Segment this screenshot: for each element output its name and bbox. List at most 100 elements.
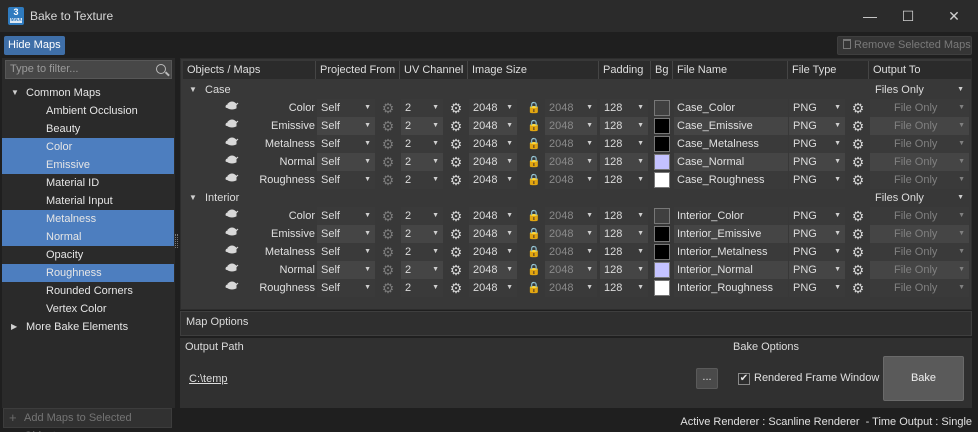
file-name-field[interactable]: Interior_Metalness	[674, 243, 788, 261]
file-name-field[interactable]: Case_Color	[674, 99, 788, 117]
file-type-dropdown[interactable]: PNG ▼	[789, 261, 845, 279]
map-row[interactable]: Roughness Self ▼ ⚙ 2 ▼ ⚙ 2048 ▼ 🔒 2048 ▼ 128 ▼ Interio…	[181, 279, 971, 297]
tree-item-material-input[interactable]: Material Input	[2, 192, 174, 210]
tree-item-emissive[interactable]: Emissive	[2, 156, 174, 174]
map-row[interactable]: Roughness Self ▼ ⚙ 2 ▼ ⚙ 2048 ▼ 🔒 2048 ▼ 128 ▼ Case_Ro…	[181, 171, 971, 189]
file-type-dropdown[interactable]: PNG ▼	[789, 225, 845, 243]
file-name-field[interactable]: Case_Roughness	[674, 171, 788, 189]
lock-aspect-icon[interactable]: 🔒	[527, 225, 541, 243]
uv-settings-gear-icon[interactable]: ⚙	[449, 155, 463, 169]
expanded-arrow-icon[interactable]: ▼	[189, 81, 197, 99]
output-to-dropdown[interactable]: File Only ▼	[870, 243, 969, 261]
uv-channel-dropdown[interactable]: 2 ▼	[401, 279, 443, 297]
file-name-field[interactable]: Case_Emissive	[674, 117, 788, 135]
tree-item-beauty[interactable]: Beauty	[2, 120, 174, 138]
col-file-type[interactable]: File Type	[788, 61, 869, 79]
projection-settings-gear-icon[interactable]: ⚙	[381, 173, 395, 187]
col-bg[interactable]: Bg	[651, 61, 673, 79]
uv-channel-dropdown[interactable]: 2 ▼	[401, 135, 443, 153]
image-width-dropdown[interactable]: 2048 ▼	[469, 117, 517, 135]
projected-from-dropdown[interactable]: Self ▼	[317, 279, 375, 297]
hide-maps-button[interactable]: Hide Maps	[4, 36, 65, 55]
uv-channel-dropdown[interactable]: 2 ▼	[401, 243, 443, 261]
add-maps-button[interactable]: +Add Maps to Selected Objects	[3, 408, 172, 432]
uv-settings-gear-icon[interactable]: ⚙	[449, 137, 463, 151]
image-width-dropdown[interactable]: 2048 ▼	[469, 261, 517, 279]
bake-button[interactable]: Bake	[883, 356, 964, 401]
uv-channel-dropdown[interactable]: 2 ▼	[401, 207, 443, 225]
image-width-dropdown[interactable]: 2048 ▼	[469, 99, 517, 117]
output-to-dropdown[interactable]: Files Only ▼	[873, 189, 969, 207]
image-height-dropdown[interactable]: 2048 ▼	[545, 99, 597, 117]
image-width-dropdown[interactable]: 2048 ▼	[469, 225, 517, 243]
lock-aspect-icon[interactable]: 🔒	[527, 135, 541, 153]
image-height-dropdown[interactable]: 2048 ▼	[545, 207, 597, 225]
file-type-settings-gear-icon[interactable]: ⚙	[851, 227, 865, 241]
uv-channel-dropdown[interactable]: 2 ▼	[401, 153, 443, 171]
image-height-dropdown[interactable]: 2048 ▼	[545, 279, 597, 297]
image-width-dropdown[interactable]: 2048 ▼	[469, 135, 517, 153]
col-output-to[interactable]: Output To	[869, 61, 971, 79]
output-to-dropdown[interactable]: File Only ▼	[870, 99, 969, 117]
browse-button[interactable]: ...	[696, 368, 718, 389]
file-type-settings-gear-icon[interactable]: ⚙	[851, 209, 865, 223]
uv-settings-gear-icon[interactable]: ⚙	[449, 173, 463, 187]
filter-input[interactable]: Type to filter...	[5, 60, 172, 79]
image-height-dropdown[interactable]: 2048 ▼	[545, 171, 597, 189]
image-width-dropdown[interactable]: 2048 ▼	[469, 171, 517, 189]
uv-settings-gear-icon[interactable]: ⚙	[449, 101, 463, 115]
image-height-dropdown[interactable]: 2048 ▼	[545, 243, 597, 261]
padding-dropdown[interactable]: 128 ▼	[600, 153, 648, 171]
file-name-field[interactable]: Case_Normal	[674, 153, 788, 171]
image-height-dropdown[interactable]: 2048 ▼	[545, 117, 597, 135]
output-to-dropdown[interactable]: File Only ▼	[870, 117, 969, 135]
projection-settings-gear-icon[interactable]: ⚙	[381, 155, 395, 169]
col-padding[interactable]: Padding	[599, 61, 651, 79]
output-to-dropdown[interactable]: File Only ▼	[870, 135, 969, 153]
tree-item-opacity[interactable]: Opacity	[2, 246, 174, 264]
rendered-frame-window-label[interactable]: Rendered Frame Window	[754, 372, 879, 384]
rendered-frame-window-checkbox[interactable]: ✔	[738, 373, 750, 385]
object-group-row[interactable]: ▼ Interior Files Only ▼	[181, 189, 971, 207]
padding-dropdown[interactable]: 128 ▼	[600, 225, 648, 243]
map-row[interactable]: Normal Self ▼ ⚙ 2 ▼ ⚙ 2048 ▼ 🔒 2048 ▼ 128 ▼ Interior_N…	[181, 261, 971, 279]
lock-aspect-icon[interactable]: 🔒	[527, 261, 541, 279]
projection-settings-gear-icon[interactable]: ⚙	[381, 101, 395, 115]
projected-from-dropdown[interactable]: Self ▼	[317, 225, 375, 243]
uv-settings-gear-icon[interactable]: ⚙	[449, 245, 463, 259]
file-type-dropdown[interactable]: PNG ▼	[789, 99, 845, 117]
expanded-arrow-icon[interactable]: ▼	[189, 189, 197, 207]
map-row[interactable]: Metalness Self ▼ ⚙ 2 ▼ ⚙ 2048 ▼ 🔒 2048 ▼ 128 ▼ Interio…	[181, 243, 971, 261]
col-objects[interactable]: Objects / Maps	[183, 61, 316, 79]
output-to-dropdown[interactable]: File Only ▼	[870, 171, 969, 189]
col-uv-channel[interactable]: UV Channel	[400, 61, 468, 79]
padding-dropdown[interactable]: 128 ▼	[600, 243, 648, 261]
projection-settings-gear-icon[interactable]: ⚙	[381, 137, 395, 151]
file-name-field[interactable]: Case_Metalness	[674, 135, 788, 153]
projected-from-dropdown[interactable]: Self ▼	[317, 261, 375, 279]
projection-settings-gear-icon[interactable]: ⚙	[381, 119, 395, 133]
file-type-settings-gear-icon[interactable]: ⚙	[851, 245, 865, 259]
maximize-button[interactable]: ☐	[898, 6, 918, 26]
projected-from-dropdown[interactable]: Self ▼	[317, 243, 375, 261]
background-color-swatch[interactable]	[654, 280, 670, 296]
uv-channel-dropdown[interactable]: 2 ▼	[401, 117, 443, 135]
background-color-swatch[interactable]	[654, 136, 670, 152]
projected-from-dropdown[interactable]: Self ▼	[317, 207, 375, 225]
file-type-settings-gear-icon[interactable]: ⚙	[851, 119, 865, 133]
image-width-dropdown[interactable]: 2048 ▼	[469, 207, 517, 225]
lock-aspect-icon[interactable]: 🔒	[527, 153, 541, 171]
remove-selected-maps-button[interactable]: Remove Selected Maps	[837, 36, 972, 55]
projection-settings-gear-icon[interactable]: ⚙	[381, 281, 395, 295]
projection-settings-gear-icon[interactable]: ⚙	[381, 209, 395, 223]
tree-group-common-maps[interactable]: ▼ Common Maps	[2, 84, 174, 102]
projected-from-dropdown[interactable]: Self ▼	[317, 99, 375, 117]
lock-aspect-icon[interactable]: 🔒	[527, 171, 541, 189]
output-to-dropdown[interactable]: File Only ▼	[870, 207, 969, 225]
tree-item-rounded-corners[interactable]: Rounded Corners	[2, 282, 174, 300]
uv-settings-gear-icon[interactable]: ⚙	[449, 263, 463, 277]
image-height-dropdown[interactable]: 2048 ▼	[545, 225, 597, 243]
file-type-settings-gear-icon[interactable]: ⚙	[851, 281, 865, 295]
lock-aspect-icon[interactable]: 🔒	[527, 207, 541, 225]
projection-settings-gear-icon[interactable]: ⚙	[381, 245, 395, 259]
